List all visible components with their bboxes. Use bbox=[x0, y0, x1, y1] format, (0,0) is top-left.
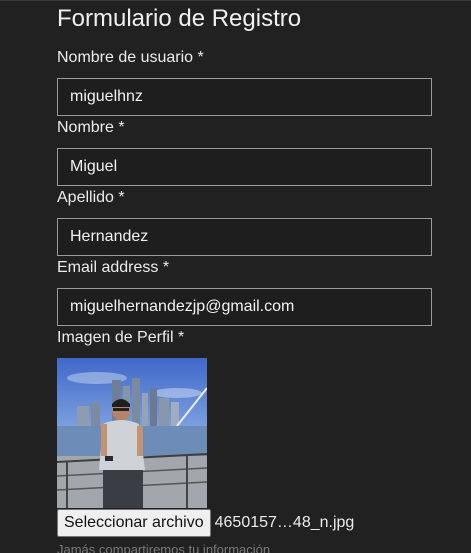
username-input[interactable] bbox=[57, 78, 432, 116]
email-label: Email address * bbox=[57, 259, 170, 276]
username-label: Nombre de usuario * bbox=[57, 49, 204, 66]
last-name-label: Apellido * bbox=[57, 189, 125, 206]
form-title: Formulario de Registro bbox=[57, 5, 302, 32]
registration-page: Formulario de Registro Nombre de usuario… bbox=[0, 0, 471, 553]
choose-file-button[interactable]: Seleccionar archivo bbox=[57, 509, 211, 537]
email-input[interactable] bbox=[57, 288, 432, 326]
last-name-input[interactable] bbox=[57, 218, 432, 256]
profile-photo bbox=[57, 358, 207, 508]
first-name-label: Nombre * bbox=[57, 119, 125, 136]
profile-image-label: Imagen de Perfil * bbox=[57, 329, 185, 346]
selected-file-name: 4650157…48_n.jpg bbox=[214, 514, 355, 531]
first-name-input[interactable] bbox=[57, 148, 432, 186]
privacy-help-text: Jamás compartiremos tu información bbox=[57, 542, 271, 553]
profile-image-preview bbox=[57, 358, 207, 508]
file-picker: Seleccionar archivo 4650157…48_n.jpg bbox=[57, 508, 354, 538]
